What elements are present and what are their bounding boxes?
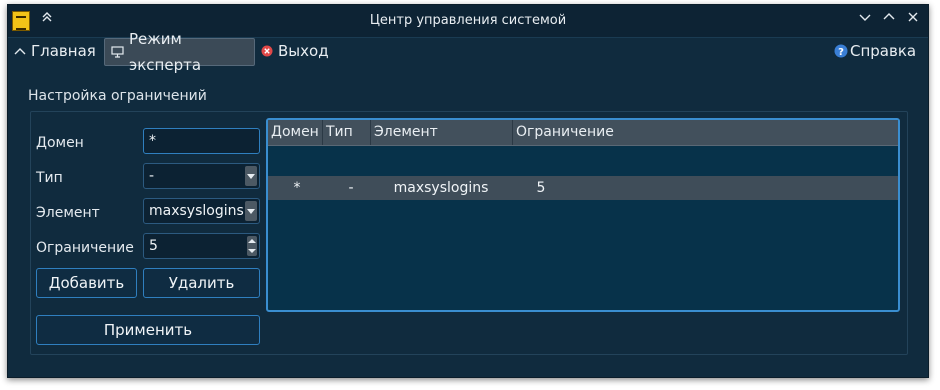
add-button[interactable]: Добавить [36,268,137,298]
monitor-icon [111,46,124,58]
minimize-icon[interactable] [854,10,876,32]
limit-label: Ограничение [36,240,134,256]
cell-limit: 5 [536,180,546,196]
cell-domain: * [293,180,301,196]
type-select-value: - [149,168,155,184]
domain-label: Домен [36,135,84,151]
type-select[interactable]: - [143,163,260,189]
element-select-value: maxsyslogins [149,203,244,219]
limits-group-title: Настройка ограничений [28,88,207,104]
apply-button[interactable]: Применить [36,315,260,345]
close-icon[interactable] [902,10,924,32]
expert-mode-button[interactable]: Режим эксперта [104,30,255,74]
exit-icon [261,45,273,57]
type-label: Тип [36,170,63,186]
exit-label: Выход [278,42,329,60]
table-header: Домен Тип Элемент Ограничение [268,120,898,146]
limits-table[interactable]: Домен Тип Элемент Ограничение * - maxsys… [266,118,900,312]
help-label: Справка [850,42,917,60]
svg-text:?: ? [838,47,844,58]
help-menu-item[interactable]: ? Справка [828,38,922,64]
maximize-icon[interactable] [878,10,900,32]
expert-mode-label: Режим эксперта [129,30,202,74]
menu-bar: Главная Режим эксперта Выход ? Справка [8,30,928,74]
delete-button[interactable]: Удалить [143,268,260,298]
column-header-type[interactable]: Тип [323,120,371,145]
column-header-domain[interactable]: Домен [268,120,323,145]
cell-element: maxsyslogins [393,180,489,196]
column-header-element[interactable]: Элемент [371,120,513,145]
table-row[interactable]: * - maxsyslogins 5 [268,176,898,200]
help-icon: ? [834,44,848,58]
spin-arrows-icon[interactable] [247,236,257,256]
element-label: Элемент [36,205,100,221]
home-label: Главная [31,42,96,60]
chevron-down-icon [245,166,257,186]
column-header-limit[interactable]: Ограничение [513,120,898,145]
exit-menu-item[interactable]: Выход [255,38,335,64]
chevron-up-icon [14,46,26,56]
element-select[interactable]: maxsyslogins [143,198,260,224]
limit-spinbox-value: 5 [149,238,158,254]
app-window: Центр управления системой Главная Режим … [7,4,929,378]
home-menu-item[interactable]: Главная [8,38,102,64]
limit-spinbox[interactable]: 5 [143,233,260,259]
domain-field[interactable]: * [143,128,260,154]
chevron-down-icon [245,201,257,221]
cell-type: - [348,180,354,196]
